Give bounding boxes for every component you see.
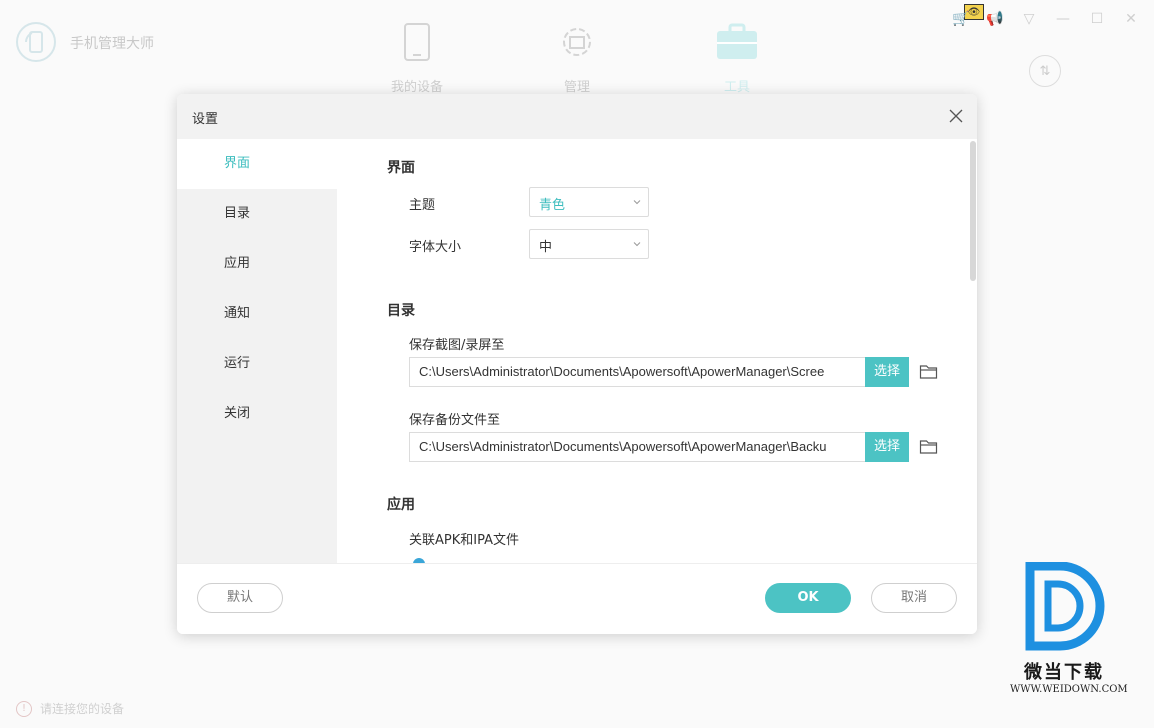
maximize-icon[interactable]: ☐ (1088, 10, 1106, 28)
backup-path-label: 保存备份文件至 (409, 413, 501, 428)
tab-my-devices[interactable]: 我的设备 (377, 20, 457, 95)
sidebar-item-apps[interactable]: 应用 (177, 239, 337, 289)
sidebar-item-close[interactable]: 关闭 (177, 389, 337, 439)
font-size-value: 中 (539, 240, 553, 255)
theme-value: 青色 (539, 198, 566, 213)
backup-choose-button[interactable]: 选择 (865, 432, 909, 462)
watermark-url: WWW.WEIDOWN.COM (1010, 684, 1128, 695)
folder-icon[interactable] (919, 438, 939, 456)
default-button[interactable]: 默认 (197, 583, 283, 613)
gear-icon (555, 20, 599, 64)
sidebar-item-startup[interactable]: 运行 (177, 339, 337, 389)
cancel-button[interactable]: 取消 (871, 583, 957, 613)
dialog-title: 设置 (192, 112, 219, 127)
megaphone-icon[interactable]: 📢 (986, 10, 1004, 28)
file-association-label: 关联APK和IPA文件 (409, 533, 519, 548)
minimize-icon[interactable]: — (1054, 10, 1072, 28)
menu-down-icon[interactable]: ▽ (1020, 10, 1038, 28)
connection-hint-text: 请连接您的设备 (40, 702, 125, 716)
weidown-logo-icon (1025, 562, 1105, 651)
dialog-header: 设置 (177, 94, 977, 139)
sidebar-item-notifications[interactable]: 通知 (177, 289, 337, 339)
settings-sidebar: 界面 目录 应用 通知 运行 关闭 (177, 139, 337, 563)
transfer-icon[interactable]: ⇅ (1029, 55, 1061, 87)
tab-tools[interactable]: 工具 (697, 20, 777, 95)
close-icon[interactable]: ✕ (1122, 10, 1140, 28)
app-name: 手机管理大师 (70, 36, 154, 52)
section-title-interface: 界面 (387, 160, 415, 176)
screenshot-choose-button[interactable]: 选择 (865, 357, 909, 387)
scrollbar[interactable] (970, 141, 976, 281)
connection-hint: ! 请连接您的设备 (16, 700, 124, 717)
screenshot-path-label: 保存截图/录屏至 (409, 338, 505, 353)
settings-dialog: 设置 界面 目录 应用 通知 运行 关闭 界面 主题 青色 字体大小 中 目录 … (177, 94, 977, 634)
app-logo-icon (16, 22, 56, 62)
screenshot-path-input[interactable]: C:\Users\Administrator\Documents\Apowers… (409, 357, 865, 387)
ok-button[interactable]: OK (765, 583, 851, 613)
watermark-name: 微当下载 (1024, 662, 1104, 683)
toolbox-icon (715, 20, 759, 64)
close-icon[interactable] (947, 107, 965, 125)
folder-icon[interactable] (919, 363, 939, 381)
theme-select[interactable]: 青色 (529, 187, 649, 217)
cart-icon[interactable]: 🛒 (952, 10, 970, 28)
chevron-down-icon (633, 242, 641, 247)
tab-label: 我的设备 (390, 80, 443, 95)
tab-label: 工具 (723, 80, 750, 95)
sidebar-item-interface[interactable]: 界面 (177, 139, 337, 189)
section-title-apps: 应用 (387, 497, 415, 513)
settings-content: 界面 主题 青色 字体大小 中 目录 保存截图/录屏至 C:\Users\Adm… (337, 139, 977, 563)
tab-label: 管理 (563, 80, 590, 95)
info-icon: ! (16, 700, 32, 717)
section-title-directory: 目录 (387, 303, 415, 319)
chevron-down-icon (633, 200, 641, 205)
backup-path-input[interactable]: C:\Users\Administrator\Documents\Apowers… (409, 432, 865, 462)
dialog-footer: 默认 OK 取消 (177, 563, 977, 634)
font-size-select[interactable]: 中 (529, 229, 649, 259)
sidebar-item-directory[interactable]: 目录 (177, 189, 337, 239)
font-size-label: 字体大小 (409, 240, 462, 255)
theme-label: 主题 (409, 198, 436, 213)
phone-icon (395, 20, 439, 64)
window-controls: 🛒 📢 ▽ — ☐ ✕ (952, 10, 1140, 28)
tab-manage[interactable]: 管理 (537, 20, 617, 95)
dialog-body: 界面 目录 应用 通知 运行 关闭 界面 主题 青色 字体大小 中 目录 保存截… (177, 139, 977, 563)
